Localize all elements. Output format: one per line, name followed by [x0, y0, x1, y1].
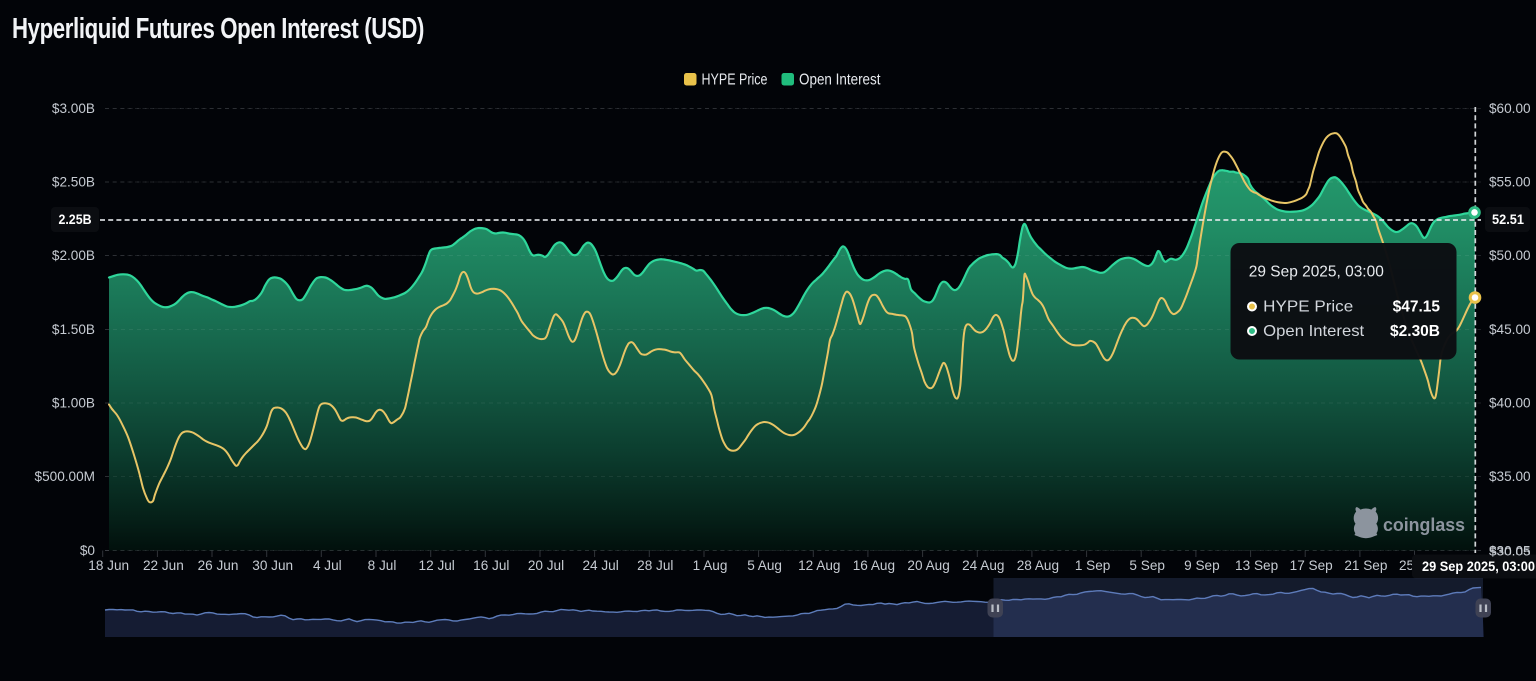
- svg-text:26 Jun: 26 Jun: [198, 558, 239, 573]
- svg-text:$47.15: $47.15: [1393, 299, 1441, 316]
- svg-text:12 Jul: 12 Jul: [419, 558, 455, 573]
- svg-text:$0: $0: [80, 543, 96, 558]
- svg-text:$500.00M: $500.00M: [35, 469, 95, 484]
- svg-text:5 Sep: 5 Sep: [1129, 558, 1165, 573]
- svg-text:$40.00: $40.00: [1489, 396, 1531, 411]
- svg-text:17 Sep: 17 Sep: [1290, 558, 1333, 573]
- svg-text:20 Aug: 20 Aug: [907, 558, 949, 573]
- svg-text:52.51: 52.51: [1492, 212, 1524, 227]
- svg-text:5 Aug: 5 Aug: [747, 558, 782, 573]
- svg-text:$45.00: $45.00: [1489, 322, 1531, 337]
- svg-text:$60.00: $60.00: [1489, 101, 1531, 116]
- svg-text:13 Sep: 13 Sep: [1235, 558, 1278, 573]
- svg-text:$1.00B: $1.00B: [52, 396, 95, 411]
- svg-text:29 Sep 2025, 03:00: 29 Sep 2025, 03:00: [1422, 559, 1535, 574]
- svg-text:$55.00: $55.00: [1489, 175, 1531, 190]
- svg-text:Hyperliquid Futures Open Inter: Hyperliquid Futures Open Interest (USD): [12, 13, 424, 45]
- svg-text:Open Interest: Open Interest: [799, 72, 881, 89]
- svg-text:2.25B: 2.25B: [59, 212, 92, 227]
- svg-text:HYPE Price: HYPE Price: [702, 72, 768, 89]
- svg-text:$3.00B: $3.00B: [52, 101, 95, 116]
- svg-text:12 Aug: 12 Aug: [798, 558, 840, 573]
- svg-text:4 Jul: 4 Jul: [313, 558, 342, 573]
- svg-text:$2.30B: $2.30B: [1390, 323, 1440, 340]
- svg-text:Open Interest: Open Interest: [1263, 323, 1365, 340]
- svg-text:$2.50B: $2.50B: [52, 175, 95, 190]
- svg-text:8 Jul: 8 Jul: [368, 558, 397, 573]
- svg-text:22 Jun: 22 Jun: [143, 558, 184, 573]
- svg-text:18 Jun: 18 Jun: [88, 558, 129, 573]
- svg-text:24 Jul: 24 Jul: [582, 558, 618, 573]
- svg-text:coinglass: coinglass: [1383, 515, 1465, 535]
- svg-text:$1.50B: $1.50B: [52, 322, 95, 337]
- svg-text:29 Sep 2025, 03:00: 29 Sep 2025, 03:00: [1249, 264, 1384, 281]
- svg-text:HYPE Price: HYPE Price: [1263, 299, 1353, 316]
- svg-text:1 Aug: 1 Aug: [693, 558, 728, 573]
- svg-text:$50.00: $50.00: [1489, 248, 1531, 263]
- svg-text:24 Aug: 24 Aug: [962, 558, 1004, 573]
- svg-text:28 Aug: 28 Aug: [1017, 558, 1059, 573]
- svg-text:30 Jun: 30 Jun: [252, 558, 293, 573]
- svg-text:20 Jul: 20 Jul: [528, 558, 564, 573]
- svg-text:9 Sep: 9 Sep: [1184, 558, 1220, 573]
- svg-text:16 Aug: 16 Aug: [853, 558, 895, 573]
- svg-text:$30.05: $30.05: [1489, 544, 1531, 559]
- svg-text:28 Jul: 28 Jul: [637, 558, 673, 573]
- svg-text:$35.00: $35.00: [1489, 469, 1531, 484]
- svg-text:16 Jul: 16 Jul: [473, 558, 509, 573]
- svg-text:$2.00B: $2.00B: [52, 248, 95, 263]
- svg-text:1 Sep: 1 Sep: [1075, 558, 1111, 573]
- svg-text:21 Sep: 21 Sep: [1344, 558, 1387, 573]
